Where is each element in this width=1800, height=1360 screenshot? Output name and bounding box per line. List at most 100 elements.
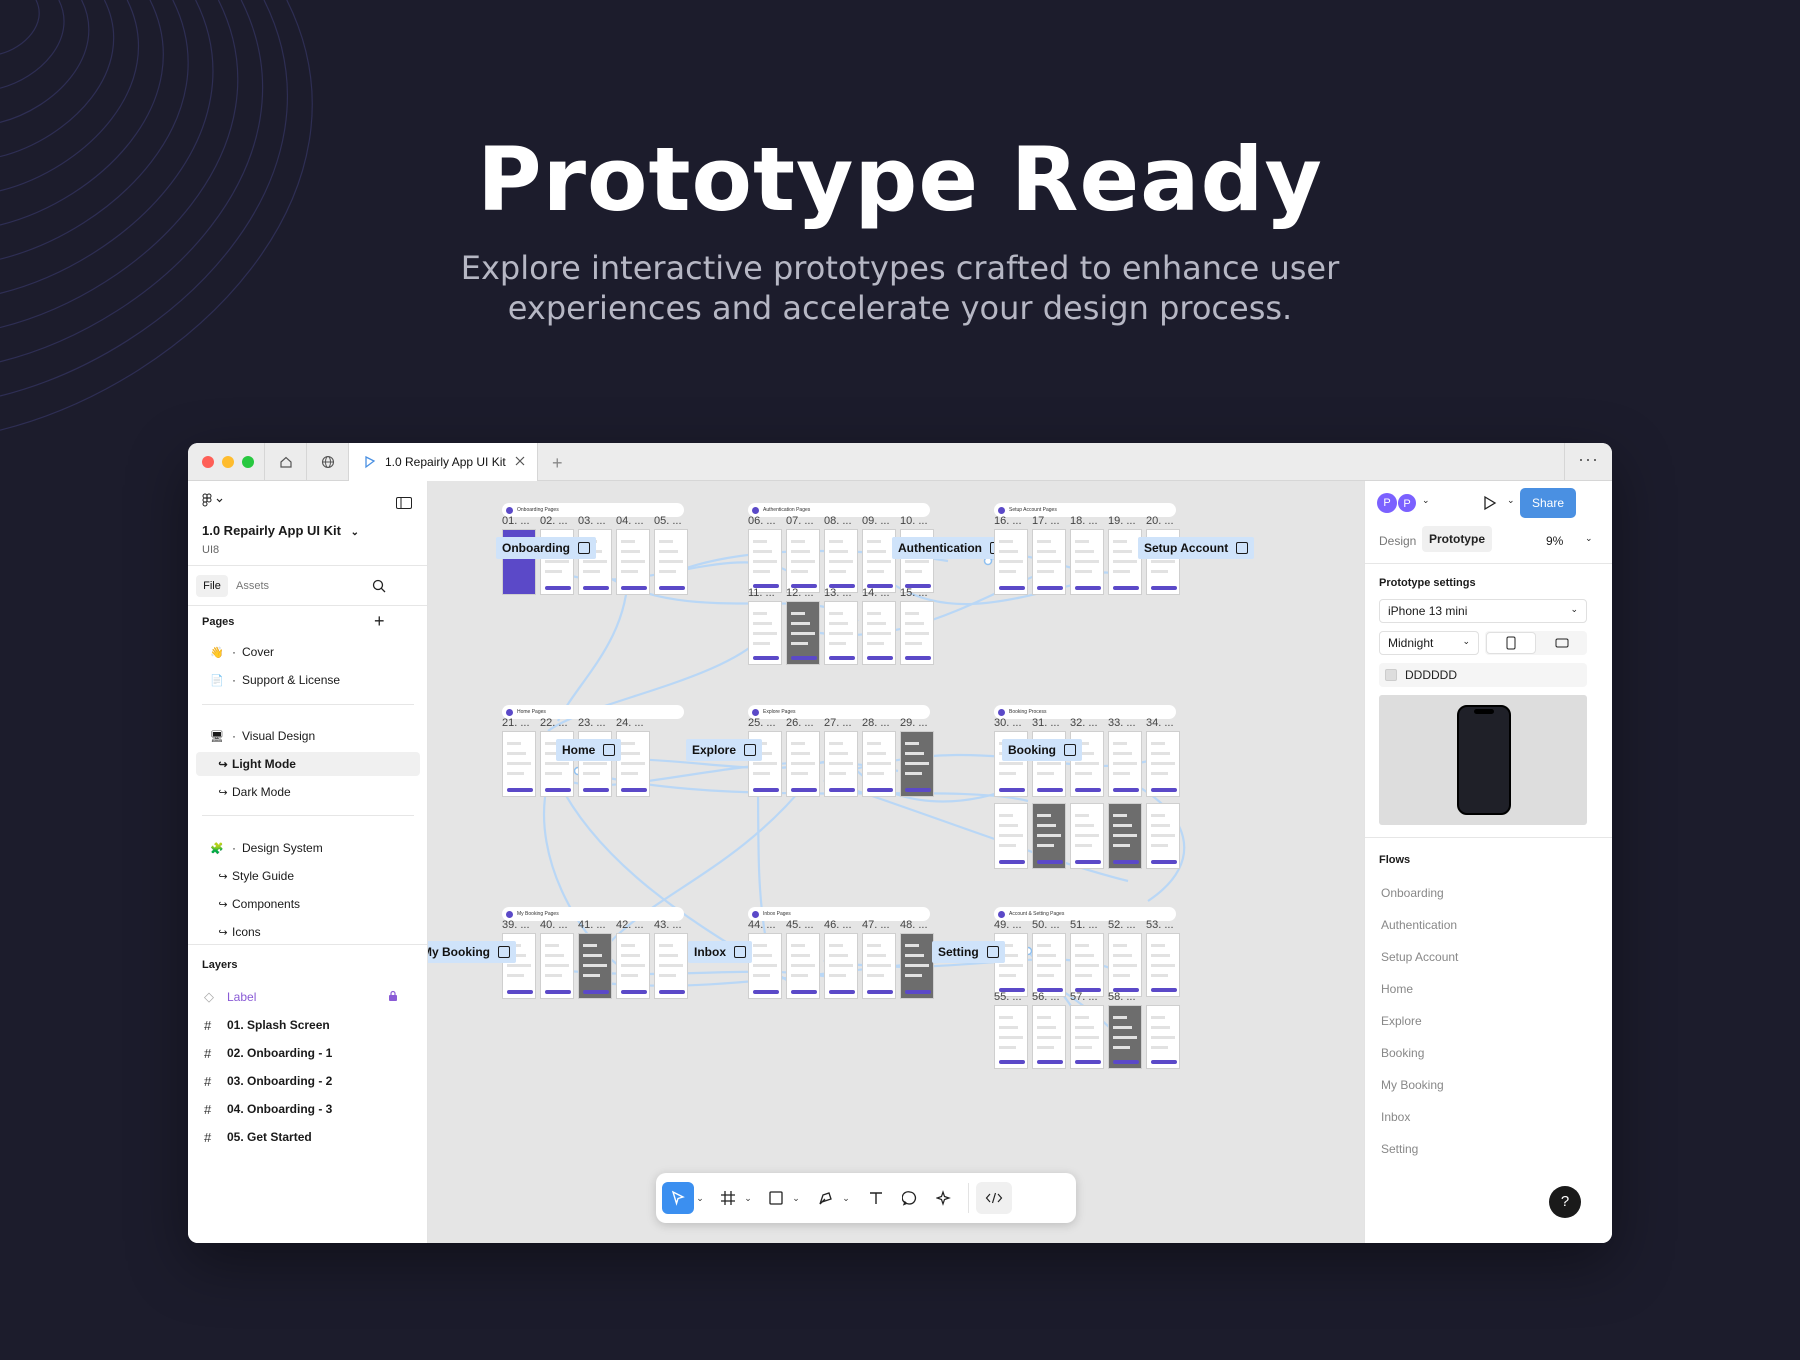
screen-thumbnail[interactable] <box>540 933 574 999</box>
flow-start-label[interactable]: My Booking <box>428 941 516 963</box>
screen-thumbnail[interactable] <box>578 933 612 999</box>
flow-start-label[interactable]: Explore <box>686 739 763 761</box>
screen-thumbnail[interactable] <box>616 933 650 999</box>
pen-tool-icon[interactable] <box>812 1182 840 1214</box>
screen-thumbnail[interactable] <box>748 933 782 999</box>
ai-sparkle-tool-icon[interactable] <box>930 1182 958 1214</box>
flow-start-label[interactable]: Inbox <box>688 941 752 963</box>
screen-thumbnail[interactable] <box>502 731 536 797</box>
model-color-select[interactable]: Midnight ⌄ <box>1379 631 1479 655</box>
prototype-canvas[interactable]: Onboarding Pages 01. ... 02. ... 03. ... 04.… <box>428 481 1364 1243</box>
maximize-window-button[interactable] <box>242 456 254 468</box>
globe-icon[interactable] <box>306 443 348 481</box>
screen-thumbnail[interactable] <box>1108 933 1142 997</box>
screen-thumbnail[interactable] <box>1070 529 1104 595</box>
chevron-down-icon[interactable]: ⌄ <box>694 1182 706 1214</box>
screen-thumbnail[interactable] <box>1032 529 1066 595</box>
lock-icon[interactable] <box>388 990 398 1005</box>
minimize-window-button[interactable] <box>222 456 234 468</box>
device-select[interactable]: iPhone 13 mini ⌄ <box>1379 599 1587 623</box>
screen-thumbnail[interactable] <box>786 933 820 999</box>
screen-thumbnail[interactable] <box>862 933 896 999</box>
layer-frame[interactable]: #03. Onboarding - 2 <box>196 1069 420 1093</box>
add-page-icon[interactable]: + <box>374 611 385 632</box>
page-item-dark-mode[interactable]: ↪ Dark Mode <box>196 780 420 804</box>
avatar[interactable]: P <box>1397 493 1417 513</box>
chevron-down-icon[interactable]: ⌄ <box>840 1182 852 1214</box>
tab-design[interactable]: Design <box>1379 534 1416 548</box>
dev-mode-code-icon[interactable] <box>976 1182 1012 1214</box>
portrait-orientation-icon[interactable] <box>1486 632 1536 654</box>
layer-frame[interactable]: #04. Onboarding - 3 <box>196 1097 420 1121</box>
chevron-down-icon[interactable]: ⌄ <box>1507 495 1515 506</box>
page-item-icons[interactable]: ↪ Icons <box>196 920 420 944</box>
layer-frame[interactable]: #02. Onboarding - 1 <box>196 1041 420 1065</box>
flow-item[interactable]: Setup Account <box>1381 950 1458 964</box>
more-options-icon[interactable]: ··· <box>1564 443 1612 481</box>
rectangle-tool-icon[interactable] <box>762 1182 790 1214</box>
tab-prototype[interactable]: Prototype <box>1422 526 1492 552</box>
flow-item[interactable]: Booking <box>1381 1046 1424 1060</box>
chevron-down-icon[interactable]: ⌄ <box>1585 533 1593 544</box>
page-item-components[interactable]: ↪ Components <box>196 892 420 916</box>
flow-item[interactable]: Setting <box>1381 1142 1418 1156</box>
layer-frame[interactable]: #05. Get Started <box>196 1125 420 1149</box>
screen-thumbnail[interactable] <box>994 1005 1028 1069</box>
landscape-orientation-icon[interactable] <box>1537 632 1587 654</box>
screen-thumbnail[interactable] <box>1108 803 1142 869</box>
screen-thumbnail[interactable] <box>1146 803 1180 869</box>
screen-thumbnail[interactable] <box>654 529 688 595</box>
flow-start-label[interactable]: Setup Account <box>1138 537 1255 559</box>
screen-thumbnail[interactable] <box>616 529 650 595</box>
flow-start-label[interactable]: Authentication <box>892 537 1008 559</box>
chevron-down-icon[interactable]: ⌄ <box>742 1182 754 1214</box>
screen-thumbnail[interactable] <box>1108 529 1142 595</box>
screen-thumbnail[interactable] <box>824 731 858 797</box>
screen-thumbnail[interactable] <box>616 731 650 797</box>
home-icon[interactable] <box>264 443 306 481</box>
screen-thumbnail[interactable] <box>900 731 934 797</box>
flow-start-label[interactable]: Setting <box>932 941 1005 963</box>
screen-thumbnail[interactable] <box>862 601 896 665</box>
background-color-field[interactable]: DDDDDD <box>1379 663 1587 687</box>
search-icon[interactable] <box>372 579 386 598</box>
sidebar-toggle-icon[interactable] <box>396 496 412 514</box>
help-button[interactable]: ? <box>1549 1186 1581 1218</box>
screen-thumbnail[interactable] <box>994 803 1028 869</box>
screen-thumbnail[interactable] <box>1070 933 1104 997</box>
page-item-light-mode[interactable]: ↪ Light Mode <box>196 752 420 776</box>
present-play-icon[interactable] <box>1483 495 1497 516</box>
page-item-cover[interactable]: 👋 · Cover <box>196 640 420 664</box>
page-item-style-guide[interactable]: ↪ Style Guide <box>196 864 420 888</box>
screen-thumbnail[interactable] <box>654 933 688 999</box>
screen-thumbnail[interactable] <box>1108 731 1142 797</box>
screen-thumbnail[interactable] <box>1070 803 1104 869</box>
screen-thumbnail[interactable] <box>786 731 820 797</box>
flow-start-label[interactable]: Onboarding <box>496 537 596 559</box>
flow-item[interactable]: Onboarding <box>1381 886 1444 900</box>
file-title[interactable]: 1.0 Repairly App UI Kit ⌄ <box>202 523 359 538</box>
flow-item[interactable]: My Booking <box>1381 1078 1444 1092</box>
screen-thumbnail[interactable] <box>824 933 858 999</box>
screen-thumbnail[interactable] <box>900 933 934 999</box>
close-tab-icon[interactable] <box>513 454 527 468</box>
flow-item[interactable]: Explore <box>1381 1014 1422 1028</box>
screen-thumbnail[interactable] <box>786 601 820 665</box>
screen-thumbnail[interactable] <box>1032 1005 1066 1069</box>
file-tab[interactable]: 1.0 Repairly App UI Kit <box>348 443 538 481</box>
screen-thumbnail[interactable] <box>1108 1005 1142 1069</box>
text-tool-icon[interactable] <box>862 1182 890 1214</box>
comment-tool-icon[interactable] <box>896 1182 924 1214</box>
chevron-down-icon[interactable]: ⌄ <box>1422 495 1430 506</box>
screen-thumbnail[interactable] <box>862 731 896 797</box>
screen-thumbnail[interactable] <box>824 601 858 665</box>
flow-item[interactable]: Inbox <box>1381 1110 1410 1124</box>
page-item-design-system[interactable]: 🧩 · Design System <box>196 836 420 860</box>
screen-thumbnail[interactable] <box>1146 1005 1180 1069</box>
flow-item[interactable]: Authentication <box>1381 918 1457 932</box>
flow-start-label[interactable]: Home <box>556 739 622 761</box>
screen-thumbnail[interactable] <box>786 529 820 593</box>
close-window-button[interactable] <box>202 456 214 468</box>
screen-thumbnail[interactable] <box>824 529 858 593</box>
tab-file[interactable]: File <box>196 575 228 597</box>
